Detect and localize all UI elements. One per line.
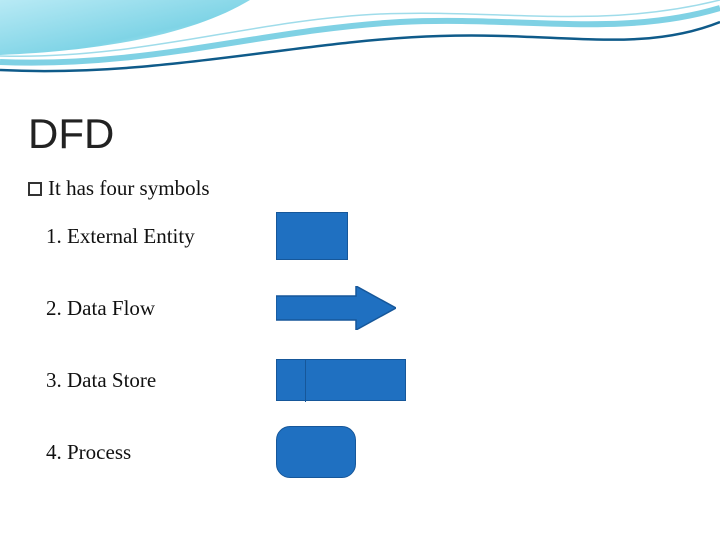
list-item: 3. Data Store — [46, 351, 688, 409]
item-label: 4. Process — [46, 440, 276, 465]
data-store-shape — [276, 359, 406, 401]
item-label: 3. Data Store — [46, 368, 276, 393]
square-bullet-icon — [28, 182, 42, 196]
item-label: 1. External Entity — [46, 224, 276, 249]
list-item: 1. External Entity — [46, 207, 688, 265]
bullet-line: It has four symbols — [28, 176, 688, 201]
list-item: 4. Process — [46, 423, 688, 481]
symbol-list: 1. External Entity 2. Data Flow 3. Data … — [46, 207, 688, 481]
bullet-text: It has four symbols — [48, 176, 210, 201]
slide-title: DFD — [28, 110, 688, 158]
external-entity-shape — [276, 212, 348, 260]
list-item: 2. Data Flow — [46, 279, 688, 337]
slide-content: DFD It has four symbols 1. External Enti… — [28, 110, 688, 495]
header-decorative-wave — [0, 0, 720, 100]
data-flow-arrow-shape — [276, 286, 396, 330]
item-label: 2. Data Flow — [46, 296, 276, 321]
process-shape — [276, 426, 356, 478]
